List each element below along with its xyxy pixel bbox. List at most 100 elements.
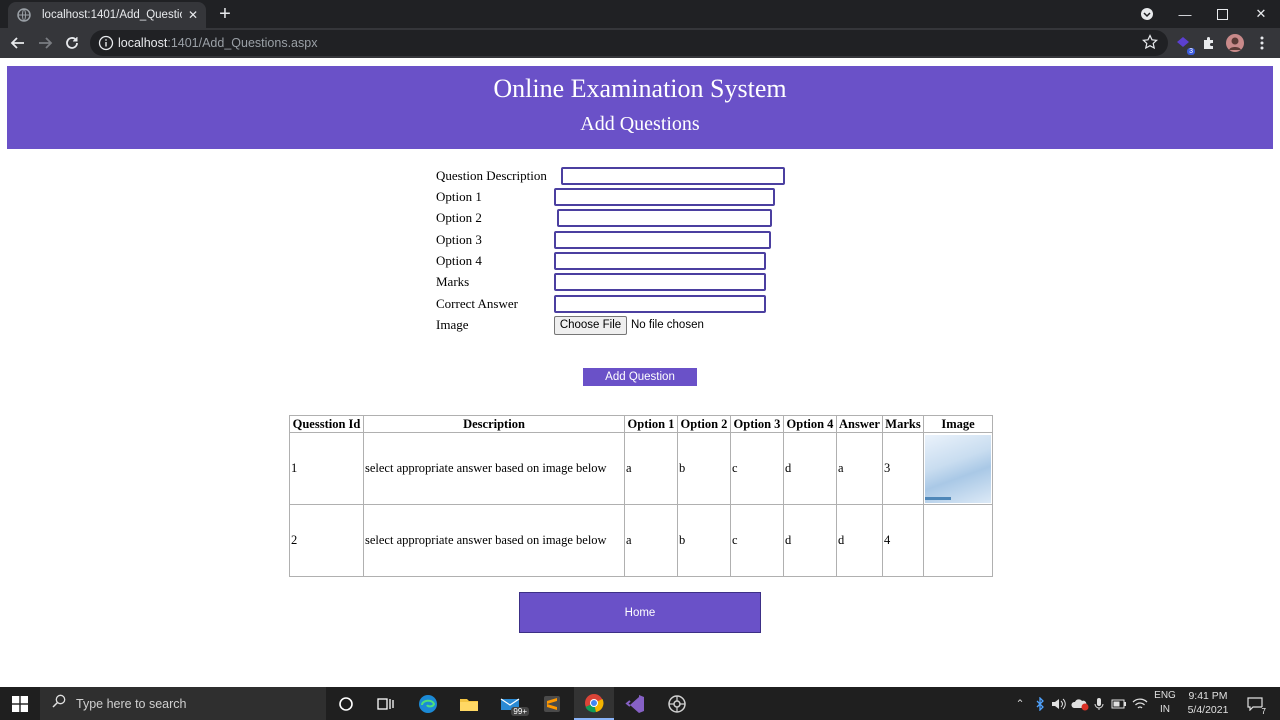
address-bar[interactable]: localhost:1401/Add_Questions.aspx [90, 30, 1168, 56]
forward-arrow-icon[interactable] [35, 33, 55, 53]
option3-input[interactable] [554, 231, 771, 249]
globe-icon [16, 7, 32, 23]
file-status-text: No file chosen [631, 319, 704, 331]
option2-label: Option 2 [436, 210, 482, 225]
cell-option1: a [624, 504, 678, 577]
cortana-icon[interactable] [326, 687, 366, 720]
col-header-image: Image [923, 415, 993, 433]
show-hidden-icons-chevron-icon[interactable]: ⌃ [1012, 687, 1028, 720]
system-clock[interactable]: 9:41 PM 5/4/2021 [1180, 689, 1236, 717]
sublime-text-icon[interactable] [532, 687, 572, 720]
search-icon [52, 694, 66, 713]
option4-label: Option 4 [436, 253, 482, 268]
menu-kebab-icon[interactable] [1253, 34, 1271, 52]
col-header-option3: Option 3 [730, 415, 784, 433]
table-row: 2 select appropriate answer based on ima… [289, 504, 993, 577]
cell-marks: 4 [882, 504, 924, 577]
cell-option1: a [624, 432, 678, 505]
new-tab-icon[interactable]: + [216, 4, 234, 24]
notification-center-icon[interactable]: 7 [1242, 687, 1268, 720]
cell-marks: 3 [882, 432, 924, 505]
cell-image [923, 504, 993, 577]
speaker-volume-icon[interactable] [1050, 687, 1068, 720]
wifi-icon[interactable] [1130, 687, 1150, 720]
profile-avatar[interactable] [1226, 34, 1244, 52]
col-header-marks: Marks [882, 415, 924, 433]
edge-browser-icon[interactable] [408, 687, 448, 720]
clock-time: 9:41 PM [1188, 690, 1228, 702]
file-explorer-icon[interactable] [449, 687, 489, 720]
col-header-option2: Option 2 [677, 415, 731, 433]
cell-answer: d [836, 504, 883, 577]
battery-icon[interactable] [1110, 687, 1128, 720]
url-text[interactable]: localhost:1401/Add_Questions.aspx [118, 36, 317, 50]
bluetooth-icon[interactable] [1032, 687, 1048, 720]
windows-start-icon[interactable] [0, 687, 40, 720]
option1-input[interactable] [554, 188, 775, 206]
header-banner: Online Examination System Add Questions [7, 66, 1273, 149]
marks-input[interactable] [554, 273, 766, 291]
clock-date: 5/4/2021 [1187, 704, 1229, 716]
cell-option3: c [730, 504, 784, 577]
cell-option2: b [677, 504, 731, 577]
visual-studio-icon[interactable] [615, 687, 655, 720]
url-host: localhost [118, 36, 168, 50]
close-tab-icon[interactable]: ✕ [188, 8, 198, 22]
chrome-icon[interactable] [574, 687, 614, 720]
mail-icon[interactable]: 99+ [490, 687, 530, 720]
notification-count: 7 [1261, 707, 1266, 716]
browser-tab[interactable]: localhost:1401/Add_Questions.aspx ✕ [8, 2, 206, 28]
option2-input[interactable] [557, 209, 772, 227]
region-code: IN [1160, 704, 1170, 715]
eclipse-app-icon[interactable] [657, 687, 697, 720]
cell-option3: c [730, 432, 784, 505]
page-content: Online Examination System Add Questions … [0, 58, 1280, 687]
close-window-icon[interactable]: ✕ [1242, 0, 1280, 28]
back-arrow-icon[interactable] [8, 33, 28, 53]
col-header-description: Description [363, 415, 625, 433]
language-indicator[interactable]: ENG IN [1150, 689, 1180, 717]
choose-file-button[interactable]: Choose File [554, 316, 627, 335]
add-question-button[interactable]: Add Question [583, 368, 697, 386]
question-image-thumbnail [925, 434, 991, 503]
browser-tabstrip: localhost:1401/Add_Questions.aspx ✕ + — … [0, 0, 1280, 28]
correct-answer-label: Correct Answer [436, 296, 518, 311]
onedrive-sync-icon[interactable] [1070, 687, 1090, 720]
cell-option2: b [677, 432, 731, 505]
taskbar-search-box[interactable]: Type here to search [40, 687, 326, 720]
col-header-option1: Option 1 [624, 415, 678, 433]
cell-image [923, 432, 993, 505]
cell-option4: d [783, 504, 837, 577]
puzzle-extensions-icon[interactable] [1200, 34, 1218, 52]
tab-search-icon[interactable] [1128, 0, 1166, 28]
option4-input[interactable] [554, 252, 766, 270]
tab-title: localhost:1401/Add_Questions.aspx [42, 9, 182, 21]
task-view-icon[interactable] [366, 687, 406, 720]
col-header-id: Quesstion Id [289, 415, 364, 433]
maximize-icon[interactable] [1203, 0, 1241, 28]
cell-id: 2 [289, 504, 364, 577]
extension-icon[interactable]: 3 [1174, 34, 1195, 55]
extension-badge: 3 [1187, 48, 1195, 55]
reload-icon[interactable] [62, 33, 82, 53]
option3-label: Option 3 [436, 232, 482, 247]
table-header-row: Quesstion Id Description Option 1 Option… [289, 415, 993, 433]
questions-table: Quesstion Id Description Option 1 Option… [289, 415, 993, 577]
windows-taskbar: Type here to search 99+ ⌃ ENG IN 9:41 PM… [0, 687, 1280, 720]
microphone-icon[interactable] [1091, 687, 1107, 720]
home-button[interactable]: Home [519, 592, 761, 633]
site-info-icon[interactable] [98, 35, 114, 51]
url-path: :1401/Add_Questions.aspx [167, 36, 318, 50]
language-code: ENG [1154, 690, 1176, 701]
option1-label: Option 1 [436, 189, 482, 204]
cell-description: select appropriate answer based on image… [363, 504, 625, 577]
marks-label: Marks [436, 274, 470, 289]
image-label: Image [436, 317, 469, 332]
minimize-icon[interactable]: — [1166, 0, 1204, 28]
correct-answer-input[interactable] [554, 295, 766, 313]
col-header-answer: Answer [836, 415, 883, 433]
bookmark-star-icon[interactable] [1142, 34, 1158, 55]
question-description-input[interactable] [561, 167, 785, 185]
table-row: 1 select appropriate answer based on ima… [289, 432, 993, 505]
mail-badge: 99+ [511, 707, 529, 716]
